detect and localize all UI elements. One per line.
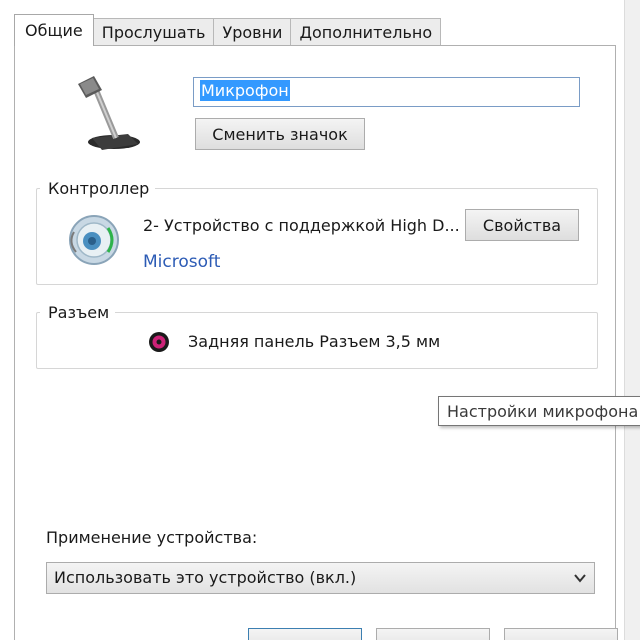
- change-icon-button[interactable]: Сменить значок: [195, 118, 365, 150]
- tab-bar: Общие Прослушать Уровни Дополнительно: [14, 14, 442, 46]
- tab-listen[interactable]: Прослушать: [92, 18, 215, 46]
- controller-vendor: Microsoft: [143, 252, 221, 272]
- microphone-icon: [78, 76, 140, 150]
- device-usage-selected-value: Использовать это устройство (вкл.): [54, 568, 357, 587]
- cancel-button[interactable]: [376, 628, 490, 640]
- tooltip: Настройки микрофона: [438, 396, 640, 426]
- jack-group-title: Разъем: [40, 303, 116, 322]
- properties-button[interactable]: Свойства: [465, 209, 579, 241]
- tab-levels[interactable]: Уровни: [213, 18, 292, 46]
- device-usage-select[interactable]: Использовать это устройство (вкл.): [46, 562, 595, 594]
- apply-button[interactable]: [504, 628, 618, 640]
- tab-general[interactable]: Общие: [14, 14, 94, 46]
- background-window-edge: [616, 0, 640, 640]
- jack-description: Задняя панель Разъем 3,5 мм: [188, 332, 441, 351]
- controller-device-name: 2- Устройство с поддержкой High D...: [143, 216, 460, 235]
- speaker-icon: [69, 215, 119, 265]
- tab-advanced[interactable]: Дополнительно: [290, 18, 442, 46]
- controller-group-title: Контроллер: [40, 179, 156, 198]
- device-name-selection: Микрофон: [200, 80, 290, 101]
- jack-color-icon: [149, 332, 169, 352]
- device-usage-label: Применение устройства:: [46, 528, 258, 547]
- properties-window: Общие Прослушать Уровни Дополнительно Ми…: [0, 0, 640, 640]
- device-name-input[interactable]: Микрофон: [193, 77, 580, 107]
- ok-button[interactable]: [248, 628, 362, 640]
- chevron-down-icon: [574, 574, 586, 583]
